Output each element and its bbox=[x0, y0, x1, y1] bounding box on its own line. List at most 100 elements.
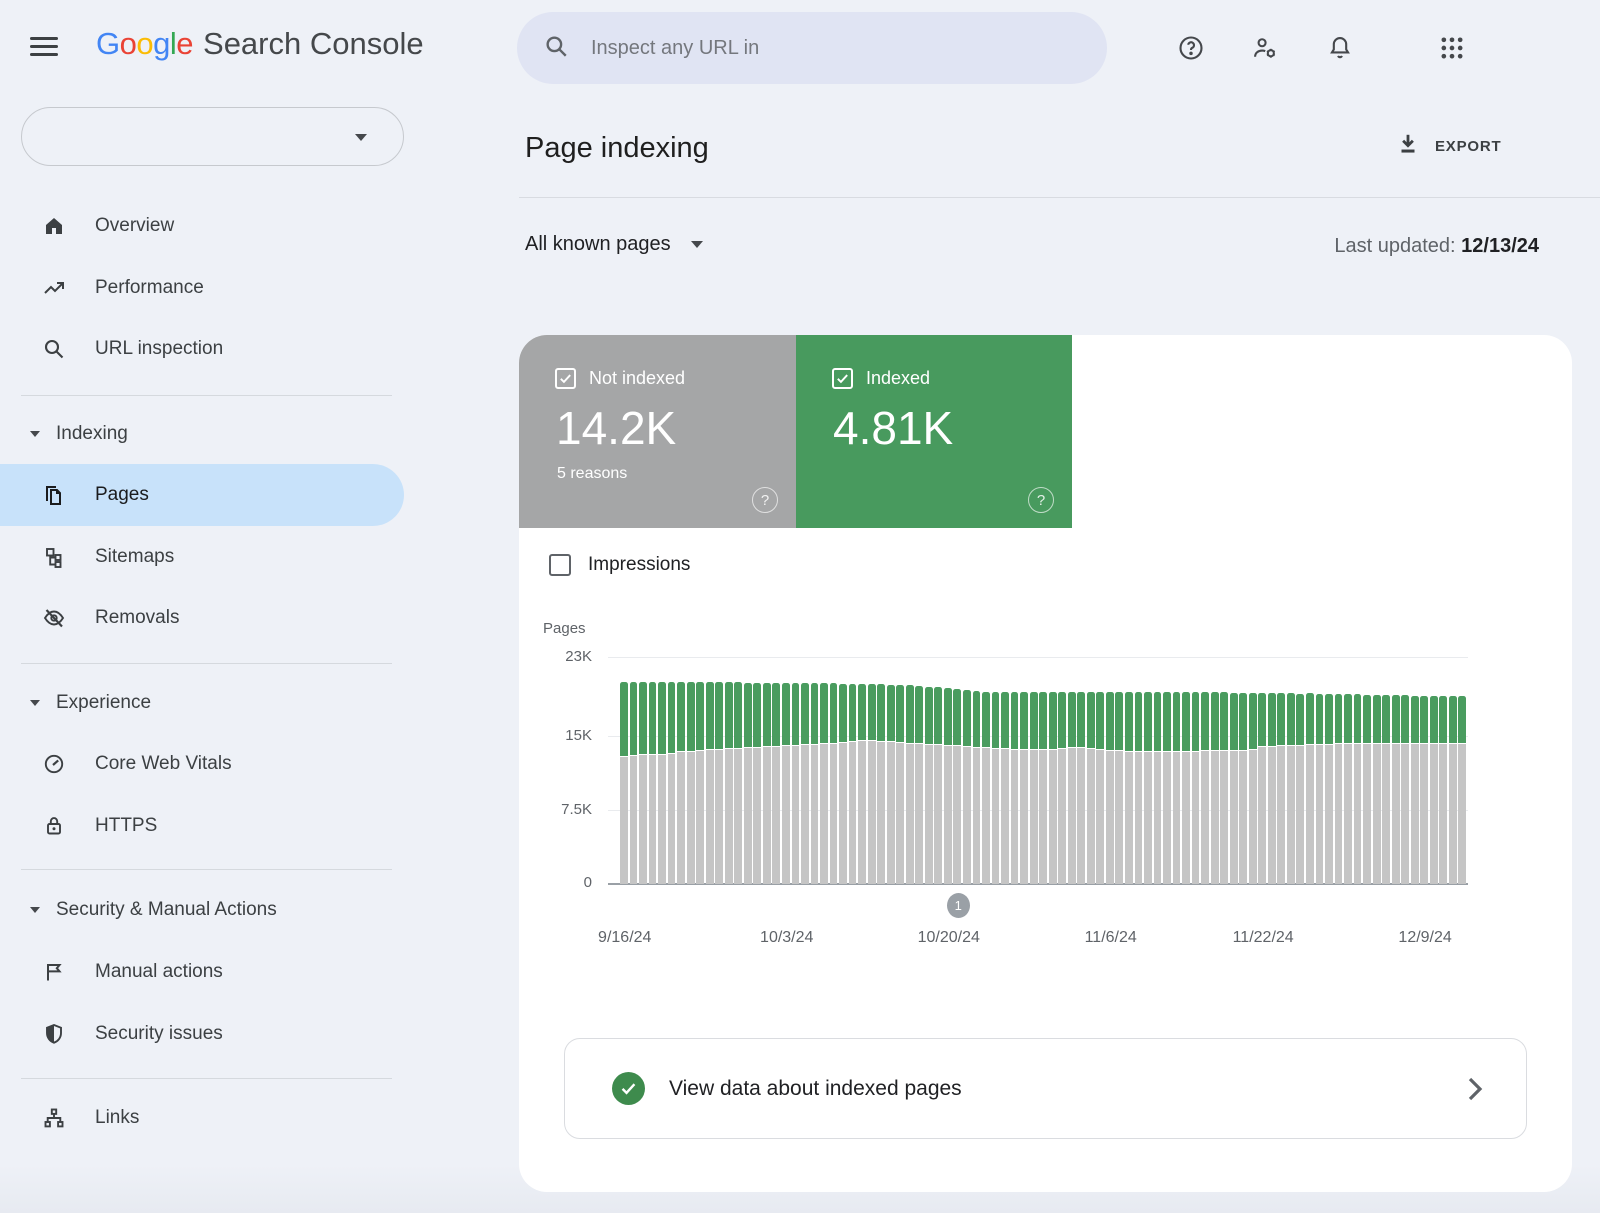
sidebar-section-label: Indexing bbox=[56, 423, 128, 445]
url-inspection-search-bar[interactable] bbox=[517, 12, 1107, 84]
y-tick-label: 15K bbox=[519, 727, 592, 744]
sidebar-divider bbox=[21, 663, 392, 664]
google-logo-text: Google bbox=[96, 26, 193, 62]
chart-bar bbox=[1115, 692, 1123, 884]
bar-segment-indexed bbox=[1382, 695, 1390, 743]
chart-bar bbox=[839, 684, 847, 884]
help-icon[interactable]: ? bbox=[752, 487, 778, 513]
search-input[interactable] bbox=[591, 37, 1081, 60]
sidebar-item-label: Links bbox=[95, 1107, 139, 1129]
chart-bar bbox=[792, 683, 800, 884]
not-indexed-card[interactable]: Not indexed 14.2K 5 reasons ? bbox=[519, 335, 796, 528]
export-button[interactable]: EXPORT bbox=[1395, 131, 1501, 161]
bar-segment-not-indexed bbox=[1420, 744, 1428, 884]
sidebar-item-label: Sitemaps bbox=[95, 546, 174, 568]
sidebar-section-indexing[interactable]: Indexing bbox=[0, 411, 404, 457]
sidebar-item-overview[interactable]: Overview bbox=[0, 195, 404, 257]
chart-bar bbox=[1192, 692, 1200, 884]
bar-segment-not-indexed bbox=[1392, 744, 1400, 884]
chart-bar bbox=[906, 685, 914, 884]
logo-letter: e bbox=[176, 26, 193, 61]
chart-bar bbox=[1163, 692, 1171, 884]
page-filter-dropdown[interactable]: All known pages bbox=[525, 233, 703, 256]
sidebar-item-url-inspection[interactable]: URL inspection bbox=[0, 318, 404, 380]
bar-segment-indexed bbox=[1077, 692, 1085, 747]
sidebar-item-sitemaps[interactable]: Sitemaps bbox=[0, 526, 404, 588]
chart-bar bbox=[1249, 693, 1257, 884]
apps-grid-icon[interactable] bbox=[1438, 34, 1466, 62]
sidebar-item-pages[interactable]: Pages bbox=[0, 464, 404, 526]
sidebar-item-core-web-vitals[interactable]: Core Web Vitals bbox=[0, 733, 404, 795]
menu-icon[interactable] bbox=[30, 33, 58, 59]
chart-bar bbox=[1306, 693, 1314, 884]
view-indexed-data-link[interactable]: View data about indexed pages bbox=[564, 1038, 1527, 1139]
bar-segment-not-indexed bbox=[658, 755, 666, 884]
sidebar-item-manual-actions[interactable]: Manual actions bbox=[0, 941, 404, 1003]
sidebar-item-label: Performance bbox=[95, 277, 204, 299]
bar-segment-not-indexed bbox=[620, 757, 628, 884]
bar-segment-not-indexed bbox=[1268, 747, 1276, 884]
sidebar-item-links[interactable]: Links bbox=[0, 1087, 404, 1149]
bar-segment-indexed bbox=[1420, 696, 1428, 743]
chart-annotation-marker[interactable]: 1 bbox=[947, 893, 970, 918]
checkbox-unchecked-icon[interactable] bbox=[549, 554, 571, 576]
bar-segment-indexed bbox=[1154, 692, 1162, 751]
bar-segment-indexed bbox=[782, 683, 790, 745]
chart-bar bbox=[782, 683, 790, 884]
bar-segment-indexed bbox=[772, 683, 780, 746]
chart-bar bbox=[1296, 694, 1304, 884]
bar-segment-not-indexed bbox=[1230, 751, 1238, 884]
help-icon[interactable] bbox=[1177, 34, 1205, 62]
bar-segment-indexed bbox=[1296, 694, 1304, 745]
chart-bar bbox=[858, 684, 866, 884]
sidebar-item-security-issues[interactable]: Security issues bbox=[0, 1003, 404, 1065]
chart-bar bbox=[1420, 696, 1428, 885]
chart-bar bbox=[1363, 695, 1371, 884]
bar-segment-indexed bbox=[1220, 692, 1228, 750]
chart-bar bbox=[1077, 692, 1085, 884]
bar-segment-indexed bbox=[1011, 692, 1019, 749]
bar-segment-indexed bbox=[1001, 692, 1009, 748]
card-label: Indexed bbox=[866, 368, 930, 389]
impressions-toggle[interactable]: Impressions bbox=[549, 554, 690, 576]
bar-segment-not-indexed bbox=[1411, 744, 1419, 884]
sidebar-section-security[interactable]: Security & Manual Actions bbox=[0, 887, 404, 933]
bar-segment-indexed bbox=[1192, 692, 1200, 751]
bar-segment-not-indexed bbox=[973, 748, 981, 884]
bar-segment-indexed bbox=[658, 682, 666, 754]
bar-segment-indexed bbox=[1249, 693, 1257, 749]
sidebar-item-removals[interactable]: Removals bbox=[0, 587, 404, 649]
chart-bar bbox=[1401, 695, 1409, 884]
y-tick-label: 23K bbox=[519, 648, 592, 665]
bar-segment-not-indexed bbox=[1020, 750, 1028, 884]
bar-segment-indexed bbox=[934, 687, 942, 744]
checkbox-checked-icon[interactable] bbox=[555, 368, 576, 389]
help-icon[interactable]: ? bbox=[1028, 487, 1054, 513]
chevron-down-icon bbox=[691, 241, 703, 248]
bar-segment-not-indexed bbox=[811, 745, 819, 884]
chart-bar bbox=[992, 692, 1000, 884]
user-settings-icon[interactable] bbox=[1251, 34, 1279, 62]
x-tick-label: 10/20/24 bbox=[918, 929, 980, 947]
chart-bar bbox=[1287, 693, 1295, 884]
bar-segment-not-indexed bbox=[772, 747, 780, 884]
sidebar-section-experience[interactable]: Experience bbox=[0, 680, 404, 726]
bar-segment-indexed bbox=[1430, 696, 1438, 743]
chart-bar bbox=[1182, 692, 1190, 884]
search-icon bbox=[543, 33, 569, 64]
export-label: EXPORT bbox=[1435, 138, 1501, 155]
shield-icon bbox=[42, 1022, 66, 1046]
indexed-card[interactable]: Indexed 4.81K ? bbox=[796, 335, 1072, 528]
bar-segment-indexed bbox=[868, 684, 876, 740]
bar-segment-not-indexed bbox=[753, 748, 761, 884]
bar-segment-not-indexed bbox=[1363, 744, 1371, 884]
bar-segment-indexed bbox=[1401, 695, 1409, 743]
property-selector[interactable] bbox=[21, 107, 404, 166]
sidebar-item-performance[interactable]: Performance bbox=[0, 257, 404, 319]
checkbox-checked-icon[interactable] bbox=[832, 368, 853, 389]
sidebar-item-label: URL inspection bbox=[95, 338, 223, 360]
bar-segment-indexed bbox=[639, 682, 647, 754]
notifications-icon[interactable] bbox=[1326, 34, 1354, 62]
view-indexed-data-label: View data about indexed pages bbox=[669, 1077, 962, 1101]
sidebar-item-https[interactable]: HTTPS bbox=[0, 795, 404, 857]
